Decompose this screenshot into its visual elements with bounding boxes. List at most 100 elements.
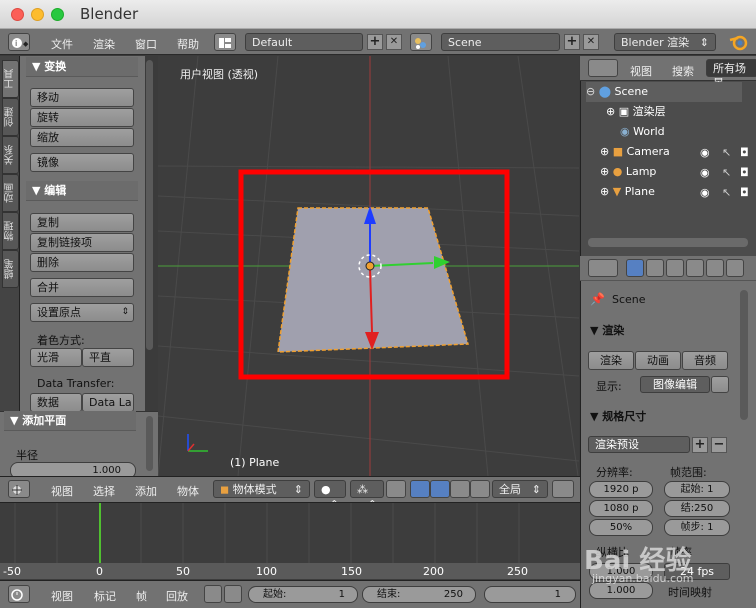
menu-add[interactable]: 添加 — [135, 483, 157, 499]
screen-layout-field[interactable]: Default — [245, 33, 363, 51]
edit-panel-header[interactable]: ▼ 编辑 — [26, 181, 138, 201]
render-camera-icon[interactable]: ◘ — [740, 186, 749, 199]
tab-tools[interactable]: 工具 — [2, 60, 19, 98]
scene-tab-icon[interactable] — [666, 259, 684, 277]
menu-playback[interactable]: 回放 — [166, 588, 188, 604]
menu-view[interactable]: 视图 — [51, 483, 73, 499]
render-animation-button[interactable]: 动画 — [635, 351, 681, 370]
remove-preset-button[interactable]: − — [711, 437, 727, 453]
visibility-eye-icon[interactable]: ◉ — [700, 186, 710, 199]
rotate-manipulator-icon[interactable] — [450, 480, 470, 498]
delete-button[interactable]: 删除 — [30, 253, 134, 272]
frame-start-field[interactable]: 起始: 1 — [664, 481, 730, 498]
selected-plane[interactable] — [277, 207, 469, 353]
display-select[interactable]: 图像编辑 — [640, 376, 710, 393]
mirror-button[interactable]: 镜像 — [30, 153, 134, 172]
lock-icon[interactable] — [224, 585, 242, 603]
pin-icon[interactable]: 📌 — [590, 292, 605, 306]
scale-manipulator-icon[interactable] — [470, 480, 490, 498]
select-arrow-icon[interactable]: ↖ — [722, 166, 731, 179]
add-layout-button[interactable]: + — [367, 34, 383, 50]
outliner-row-lamp[interactable]: ⊕ ● Lamp — [600, 162, 656, 182]
duplicate-button[interactable]: 复制 — [30, 213, 134, 232]
render-tab-icon[interactable] — [626, 259, 644, 277]
timeline-editor-type-icon[interactable] — [8, 585, 30, 603]
select-arrow-icon[interactable]: ↖ — [722, 146, 731, 159]
tab-grease-pencil[interactable]: 蜡笔 — [2, 250, 19, 288]
screen-layout-icon[interactable] — [214, 33, 236, 51]
manipulator-toggle-icon[interactable] — [410, 480, 430, 498]
close-window-button[interactable] — [11, 8, 24, 21]
menu-help[interactable]: 帮助 — [177, 36, 199, 52]
viewport-shading-select[interactable]: ●⇕ — [314, 480, 346, 511]
object-tab-icon[interactable] — [706, 259, 724, 277]
render-layers-tab-icon[interactable] — [646, 259, 664, 277]
world-tab-icon[interactable] — [686, 259, 704, 277]
zoom-window-button[interactable] — [51, 8, 64, 21]
render-preset-select[interactable]: 渲染预设 — [588, 436, 690, 453]
add-preset-button[interactable]: + — [692, 437, 708, 453]
current-frame-field[interactable]: 1 — [484, 586, 576, 603]
scene-field[interactable]: Scene — [441, 33, 560, 51]
3d-viewport[interactable] — [158, 56, 579, 476]
outliner-editor-type-icon[interactable] — [588, 59, 618, 77]
render-section-header[interactable]: ▼ 渲染 — [590, 322, 624, 338]
properties-scrollbar[interactable] — [740, 290, 748, 420]
properties-editor-type-icon[interactable] — [588, 259, 618, 277]
constraints-tab-icon[interactable] — [726, 259, 744, 277]
outliner-filter-select[interactable]: 所有场景 — [706, 59, 756, 90]
add-plane-header[interactable]: ▼ 添加平面 — [4, 411, 136, 431]
menu-object[interactable]: 物体 — [177, 483, 199, 499]
dimensions-section-header[interactable]: ▼ 规格尺寸 — [590, 408, 646, 424]
shade-smooth-button[interactable]: 光滑 — [30, 348, 82, 367]
render-image-button[interactable]: 渲染 — [588, 351, 634, 370]
outliner-row-world[interactable]: ◉ World — [620, 122, 665, 142]
scene-icon[interactable] — [410, 33, 432, 51]
record-icon[interactable] — [204, 585, 222, 603]
render-camera-icon[interactable]: ◘ — [740, 166, 749, 179]
rotate-button[interactable]: 旋转 — [30, 108, 134, 127]
end-frame-field[interactable]: 结束: 250 — [362, 586, 476, 603]
pivot-select[interactable]: ⁂⇕ — [350, 480, 384, 511]
render-engine-select[interactable]: Blender 渲染 ⇕ — [614, 33, 716, 51]
add-scene-button[interactable]: + — [564, 34, 580, 50]
menu-frame[interactable]: 帧 — [136, 588, 147, 604]
outliner-menu-search[interactable]: 搜索 — [672, 63, 694, 79]
move-button[interactable]: 移动 — [30, 88, 134, 107]
join-button[interactable]: 合并 — [30, 278, 134, 297]
menu-view[interactable]: 视图 — [51, 588, 73, 604]
operator-scrollbar[interactable] — [146, 416, 153, 471]
duplicate-linked-button[interactable]: 复制链接项 — [30, 233, 134, 252]
menu-select[interactable]: 选择 — [93, 483, 115, 499]
proportional-edit-icon[interactable] — [386, 480, 406, 498]
frame-step-field[interactable]: 帧步: 1 — [664, 519, 730, 536]
menu-render[interactable]: 渲染 — [93, 36, 115, 52]
select-arrow-icon[interactable]: ↖ — [722, 186, 731, 199]
lock-icon[interactable] — [711, 376, 729, 393]
outliner-row-scene[interactable]: ⊖ ⬤ Scene — [586, 82, 742, 102]
translate-manipulator-icon[interactable] — [430, 480, 450, 498]
tab-relations[interactable]: 关系 — [2, 136, 19, 174]
outliner-menu-view[interactable]: 视图 — [630, 63, 652, 79]
data-layout-button[interactable]: Data La — [82, 393, 134, 412]
menu-marker[interactable]: 标记 — [94, 588, 116, 604]
tool-shelf-scrollbar[interactable] — [146, 60, 153, 350]
data-transfer-button[interactable]: 数据 — [30, 393, 82, 412]
mode-select[interactable]: ◼ 物体模式 ⇕ — [213, 480, 310, 498]
set-origin-dropdown[interactable]: 设置原点 ⇕ — [30, 303, 134, 322]
delete-layout-button[interactable]: ✕ — [386, 34, 402, 50]
tab-animation[interactable]: 动画 — [2, 174, 19, 212]
minimize-window-button[interactable] — [31, 8, 44, 21]
delete-scene-button[interactable]: ✕ — [583, 34, 599, 50]
layers-icon[interactable] — [552, 480, 574, 498]
visibility-eye-icon[interactable]: ◉ — [700, 146, 710, 159]
shade-flat-button[interactable]: 平直 — [82, 348, 134, 367]
outliner-scrollbar[interactable] — [588, 238, 748, 247]
3d-editor-type-icon[interactable] — [8, 480, 30, 498]
render-audio-button[interactable]: 音频 — [682, 351, 728, 370]
outliner-row-plane[interactable]: ⊕ ▼ Plane — [600, 182, 655, 202]
outliner-row-render-layers[interactable]: ⊕ ▣ 渲染层 — [606, 102, 666, 122]
start-frame-field[interactable]: 起始: 1 — [248, 586, 358, 603]
transform-panel-header[interactable]: ▼ 变换 — [26, 57, 138, 77]
resolution-x-field[interactable]: 1920 p — [589, 481, 653, 498]
